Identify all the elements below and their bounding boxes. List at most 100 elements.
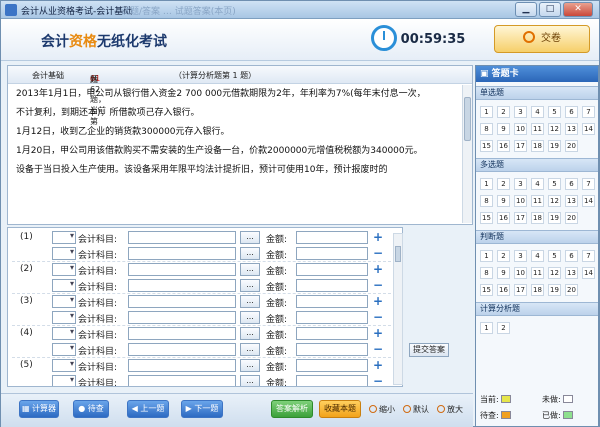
answer-card-cell[interactable]: 19	[548, 140, 561, 152]
maximize-button[interactable]: □	[539, 2, 561, 17]
amount-input[interactable]	[296, 231, 368, 244]
account-input[interactable]	[128, 327, 236, 340]
answer-card-cell[interactable]: 14	[582, 195, 595, 207]
submit-answer-button[interactable]: 提交答案	[409, 343, 449, 357]
amount-input[interactable]	[296, 359, 368, 372]
answer-card-cell[interactable]: 10	[514, 195, 527, 207]
answer-card-cell[interactable]: 7	[582, 106, 595, 118]
answer-card-cell[interactable]: 9	[497, 195, 510, 207]
answer-card-cell[interactable]: 2	[497, 178, 510, 190]
answer-card-cell[interactable]: 4	[531, 178, 544, 190]
collect-question-button[interactable]: 收藏本题	[319, 400, 361, 418]
debit-credit-select[interactable]	[52, 343, 76, 356]
answer-card-cell[interactable]: 18	[531, 140, 544, 152]
zoom-out-button[interactable]: 缩小	[369, 404, 395, 415]
answer-analysis-button[interactable]: 答案解析	[271, 400, 313, 418]
account-input[interactable]	[128, 231, 236, 244]
answer-card-cell[interactable]: 15	[480, 284, 493, 296]
answer-card-cell[interactable]: 3	[514, 106, 527, 118]
debit-credit-select[interactable]	[52, 375, 76, 386]
answer-card-cell[interactable]: 1	[480, 178, 493, 190]
answer-card-cell[interactable]: 18	[531, 212, 544, 224]
answer-card-cell[interactable]: 14	[582, 123, 595, 135]
account-picker-button[interactable]: ...	[240, 263, 260, 276]
add-row-icon[interactable]: +	[372, 358, 384, 372]
debit-credit-select[interactable]	[52, 231, 76, 244]
account-picker-button[interactable]: ...	[240, 279, 260, 292]
answer-card-cell[interactable]: 1	[480, 106, 493, 118]
account-input[interactable]	[128, 359, 236, 372]
answer-card-cell[interactable]: 19	[548, 284, 561, 296]
account-picker-button[interactable]: ...	[240, 295, 260, 308]
submit-exam-button[interactable]: 交卷	[494, 25, 590, 53]
account-input[interactable]	[128, 295, 236, 308]
question-scrollbar[interactable]	[462, 85, 472, 223]
account-input[interactable]	[128, 375, 236, 386]
debit-credit-select[interactable]	[52, 279, 76, 292]
answer-card-cell[interactable]: 20	[565, 140, 578, 152]
add-row-icon[interactable]: +	[372, 262, 384, 276]
answer-card-cell[interactable]: 9	[497, 123, 510, 135]
account-picker-button[interactable]: ...	[240, 375, 260, 386]
answer-card-cell[interactable]: 12	[548, 267, 561, 279]
answer-card-cell[interactable]: 7	[582, 178, 595, 190]
account-picker-button[interactable]: ...	[240, 327, 260, 340]
answer-card-cell[interactable]: 5	[548, 178, 561, 190]
answer-card-cell[interactable]: 2	[497, 106, 510, 118]
account-input[interactable]	[128, 247, 236, 260]
answer-card-cell[interactable]: 11	[531, 267, 544, 279]
answer-card-cell[interactable]: 6	[565, 178, 578, 190]
amount-input[interactable]	[296, 343, 368, 356]
account-input[interactable]	[128, 343, 236, 356]
answer-card-cell[interactable]: 7	[582, 250, 595, 262]
prev-question-button[interactable]: ◀ 上一题	[127, 400, 169, 418]
remove-row-icon[interactable]: −	[372, 374, 384, 386]
remove-row-icon[interactable]: −	[372, 342, 384, 356]
amount-input[interactable]	[296, 247, 368, 260]
answer-card-cell[interactable]: 10	[514, 267, 527, 279]
answer-card-cell[interactable]: 13	[565, 195, 578, 207]
answer-card-cell[interactable]: 10	[514, 123, 527, 135]
remove-row-icon[interactable]: −	[372, 310, 384, 324]
answer-card-cell[interactable]: 6	[565, 106, 578, 118]
answer-card-cell[interactable]: 11	[531, 195, 544, 207]
debit-credit-select[interactable]	[52, 359, 76, 372]
add-row-icon[interactable]: +	[372, 326, 384, 340]
answer-card-cell[interactable]: 13	[565, 123, 578, 135]
default-zoom-button[interactable]: 默认	[403, 404, 429, 415]
account-input[interactable]	[128, 279, 236, 292]
answer-card-cell[interactable]: 16	[497, 140, 510, 152]
answer-card-cell[interactable]: 8	[480, 123, 493, 135]
debit-credit-select[interactable]	[52, 327, 76, 340]
answer-card-cell[interactable]: 2	[497, 250, 510, 262]
remove-row-icon[interactable]: −	[372, 246, 384, 260]
answer-card-cell[interactable]: 8	[480, 267, 493, 279]
amount-input[interactable]	[296, 279, 368, 292]
answer-card-cell[interactable]: 20	[565, 212, 578, 224]
pending-button[interactable]: ● 待查	[73, 400, 109, 418]
answer-card-cell[interactable]: 13	[565, 267, 578, 279]
amount-input[interactable]	[296, 311, 368, 324]
answer-card-cell[interactable]: 17	[514, 284, 527, 296]
answer-card-cell[interactable]: 4	[531, 106, 544, 118]
amount-input[interactable]	[296, 327, 368, 340]
add-row-icon[interactable]: +	[372, 230, 384, 244]
account-picker-button[interactable]: ...	[240, 343, 260, 356]
answer-card-cell[interactable]: 15	[480, 140, 493, 152]
close-button[interactable]: ✕	[563, 2, 593, 17]
minimize-button[interactable]: ▁	[515, 2, 537, 17]
answer-card-cell[interactable]: 11	[531, 123, 544, 135]
answer-card-cell[interactable]: 19	[548, 212, 561, 224]
answer-card-cell[interactable]: 12	[548, 195, 561, 207]
amount-input[interactable]	[296, 375, 368, 386]
answer-card-cell[interactable]: 5	[548, 250, 561, 262]
account-picker-button[interactable]: ...	[240, 359, 260, 372]
answer-card-cell[interactable]: 2	[497, 322, 510, 334]
next-question-button[interactable]: ▶ 下一题	[181, 400, 223, 418]
account-picker-button[interactable]: ...	[240, 311, 260, 324]
debit-credit-select[interactable]	[52, 247, 76, 260]
answer-card-cell[interactable]: 18	[531, 284, 544, 296]
debit-credit-select[interactable]	[52, 263, 76, 276]
debit-credit-select[interactable]	[52, 295, 76, 308]
amount-input[interactable]	[296, 263, 368, 276]
